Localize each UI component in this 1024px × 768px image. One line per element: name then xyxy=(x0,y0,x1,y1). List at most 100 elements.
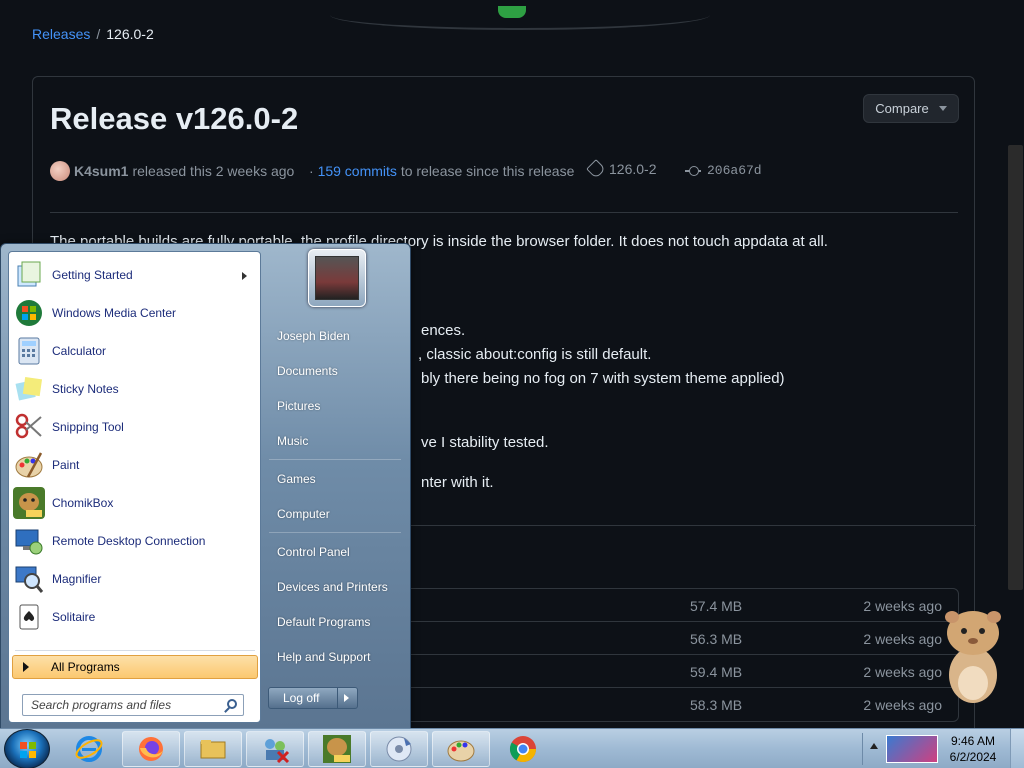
body-line: bly there being no fog on 7 with system … xyxy=(421,370,785,387)
divider xyxy=(269,459,401,460)
taskbar-chrome[interactable] xyxy=(494,731,552,767)
snipping-tool-icon xyxy=(13,411,45,443)
program-label: Getting Started xyxy=(52,268,133,282)
start-button[interactable] xyxy=(4,729,50,768)
program-label: Remote Desktop Connection xyxy=(52,534,206,548)
clock[interactable]: 9:46 AM 6/2/2024 xyxy=(942,733,1004,765)
program-sticky-notes[interactable]: Sticky Notes xyxy=(13,371,257,407)
taskbar-explorer[interactable] xyxy=(184,731,242,767)
right-item-computer[interactable]: Computer xyxy=(269,500,405,528)
right-item-documents[interactable]: Documents xyxy=(269,357,405,385)
program-label: Windows Media Center xyxy=(52,306,177,320)
media-player-icon xyxy=(386,736,412,762)
chomikbox-icon xyxy=(323,735,351,763)
solitaire-icon xyxy=(13,601,45,633)
taskbar-paint[interactable] xyxy=(432,731,490,767)
right-item-games[interactable]: Games xyxy=(269,465,405,493)
commit-sha: 206a67d xyxy=(707,163,762,178)
right-item-default-programs[interactable]: Default Programs xyxy=(269,608,405,636)
network-icon xyxy=(265,739,290,764)
release-meta: K4sum1 released this 2 weeks ago xyxy=(50,161,294,181)
internet-explorer-icon xyxy=(75,736,103,762)
right-item-pictures[interactable]: Pictures xyxy=(269,392,405,420)
body-line: ve I stability tested. xyxy=(421,434,549,451)
asset-date: 2 weeks ago xyxy=(863,631,942,647)
tray-app-icon[interactable] xyxy=(886,735,938,763)
right-item-control-panel[interactable]: Control Panel xyxy=(269,538,405,566)
commits-dot: · xyxy=(309,163,314,179)
getting-started-icon xyxy=(13,259,45,291)
right-item-music[interactable]: Music xyxy=(269,427,405,455)
program-label: Paint xyxy=(52,458,80,472)
page-scrollbar[interactable] xyxy=(1007,0,1024,730)
program-magnifier[interactable]: Magnifier xyxy=(13,561,257,597)
compare-label: Compare xyxy=(875,101,929,116)
asset-date: 2 weeks ago xyxy=(863,664,942,680)
chomikbox-icon xyxy=(13,487,45,519)
taskbar-chomikbox[interactable] xyxy=(308,731,366,767)
asset-size: 57.4 MB xyxy=(690,598,743,614)
all-programs-button[interactable]: All Programs xyxy=(12,655,258,679)
explorer-icon xyxy=(200,740,226,759)
commits-suffix: to release since this release xyxy=(400,163,575,179)
taskbar-internet-explorer[interactable] xyxy=(60,731,118,767)
right-item-devices-printers[interactable]: Devices and Printers xyxy=(269,573,405,601)
calculator-icon xyxy=(13,335,45,367)
hamster-desktop-pet[interactable] xyxy=(940,605,1006,705)
program-snipping-tool[interactable]: Snipping Tool xyxy=(13,409,257,445)
program-remote-desktop[interactable]: Remote Desktop Connection xyxy=(13,523,257,559)
divider xyxy=(337,688,338,708)
taskbar-media-player[interactable] xyxy=(370,731,428,767)
asset-size: 56.3 MB xyxy=(690,631,743,647)
start-menu-programs-pane: Getting Started Windows Media Center Cal… xyxy=(8,251,261,723)
asset-date: 2 weeks ago xyxy=(863,697,942,713)
program-label: Magnifier xyxy=(52,572,102,586)
right-item-user[interactable]: Joseph Biden xyxy=(269,322,405,350)
body-line: ences. xyxy=(421,322,466,339)
program-label: Snipping Tool xyxy=(52,420,124,434)
show-desktop-button[interactable] xyxy=(1010,729,1024,768)
submenu-arrow-icon xyxy=(242,272,247,280)
sticky-notes-icon xyxy=(13,373,45,405)
author-link[interactable]: K4sum1 xyxy=(74,163,128,179)
windows-logo-icon xyxy=(20,742,36,758)
user-picture[interactable] xyxy=(308,249,366,307)
shutdown-options-arrow-icon[interactable] xyxy=(344,694,349,702)
program-chomikbox[interactable]: ChomikBox xyxy=(13,485,257,521)
tag-icon xyxy=(586,159,606,179)
program-paint[interactable]: Paint xyxy=(13,447,257,483)
log-off-label: Log off xyxy=(283,691,320,705)
program-label: Calculator xyxy=(52,344,107,358)
search-input[interactable]: Search programs and files xyxy=(22,694,244,716)
clock-time: 9:46 AM xyxy=(950,734,996,748)
compare-button[interactable]: Compare xyxy=(863,94,959,123)
avatar[interactable] xyxy=(50,161,70,181)
firefox-icon xyxy=(139,737,163,761)
body-line: , classic about:config is still default. xyxy=(418,346,652,363)
commits-info: · 159 commits to release since this rele… xyxy=(309,163,574,179)
program-solitaire[interactable]: Solitaire xyxy=(13,599,257,635)
commit-link[interactable]: 206a67d xyxy=(685,163,762,178)
right-item-help-support[interactable]: Help and Support xyxy=(269,643,405,671)
divider xyxy=(15,650,255,651)
tag-label: 126.0-2 xyxy=(609,161,657,177)
body-line: nter with it. xyxy=(421,474,494,491)
breadcrumb-releases-link[interactable]: Releases xyxy=(32,26,90,42)
paint-icon xyxy=(13,449,45,481)
divider xyxy=(269,532,401,533)
scrollbar-thumb[interactable] xyxy=(1008,145,1023,590)
tag-link[interactable]: 126.0-2 xyxy=(586,159,657,179)
program-getting-started[interactable]: Getting Started xyxy=(13,257,257,293)
program-calculator[interactable]: Calculator xyxy=(13,333,257,369)
commits-link[interactable]: 159 commits xyxy=(318,163,397,179)
taskbar-network[interactable] xyxy=(246,731,304,767)
program-windows-media-center[interactable]: Windows Media Center xyxy=(13,295,257,331)
breadcrumb-separator: / xyxy=(96,26,101,42)
released-text: released this 2 weeks ago xyxy=(132,163,295,179)
taskbar-firefox[interactable] xyxy=(122,731,180,767)
show-hidden-icons-icon[interactable] xyxy=(870,743,878,749)
search-icon[interactable] xyxy=(227,699,237,709)
divider xyxy=(862,733,863,765)
search-placeholder: Search programs and files xyxy=(31,698,172,712)
log-off-button[interactable]: Log off xyxy=(268,687,358,709)
